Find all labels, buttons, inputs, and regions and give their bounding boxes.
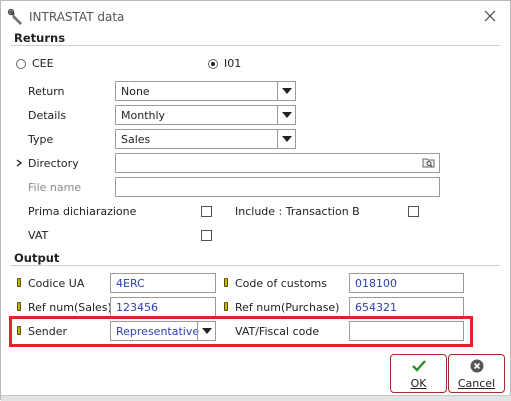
close-icon[interactable] <box>482 8 498 24</box>
vat-fiscal-code-input[interactable] <box>349 321 464 341</box>
cancel-button[interactable]: Cancel <box>448 354 505 393</box>
radio-i01[interactable] <box>208 59 218 69</box>
type-select-value: Sales <box>121 133 151 146</box>
ref-num-sales-label: Ref num(Sales) <box>28 301 112 314</box>
cancel-circle-icon <box>470 359 484 373</box>
wrench-icon <box>7 8 22 25</box>
radio-cee-label: CEE <box>32 57 54 70</box>
vat-label: VAT <box>28 229 49 242</box>
code-of-customs-value: 018100 <box>355 277 397 290</box>
code-of-customs-label: Code of customs <box>235 277 327 290</box>
required-marker-icon <box>17 278 21 287</box>
prima-dichiarazione-checkbox[interactable] <box>201 206 212 217</box>
required-marker-icon <box>224 278 228 287</box>
sender-label: Sender <box>28 325 67 338</box>
radio-cee[interactable] <box>16 59 26 69</box>
checkmark-icon <box>412 360 426 372</box>
type-select[interactable]: Sales <box>115 129 296 149</box>
include-transaction-b-label: Include : Transaction B <box>235 205 360 218</box>
chevron-right-icon <box>16 159 22 167</box>
type-label: Type <box>28 133 54 146</box>
ok-button[interactable]: OK <box>390 354 447 393</box>
ref-num-sales-value: 123456 <box>116 301 158 314</box>
required-marker-icon <box>17 302 21 311</box>
sender-select[interactable]: Representative <box>110 321 216 341</box>
required-marker-icon <box>17 326 21 335</box>
directory-label: Directory <box>28 157 79 170</box>
code-of-customs-input[interactable]: 018100 <box>349 273 464 293</box>
filename-label: File name <box>28 181 82 194</box>
codice-ua-label: Codice UA <box>28 277 85 290</box>
return-label: Return <box>28 85 65 98</box>
output-divider <box>11 265 500 266</box>
details-label: Details <box>28 109 67 122</box>
folder-search-icon[interactable] <box>422 157 436 169</box>
directory-input[interactable] <box>115 153 440 173</box>
ref-num-purchase-value: 654321 <box>355 301 397 314</box>
chevron-down-icon[interactable] <box>197 322 215 340</box>
codice-ua-input[interactable]: 4ERC <box>110 273 216 293</box>
ok-button-label: OK <box>410 377 427 390</box>
intrastat-dialog: INTRASTAT data Returns CEE I01 Return No… <box>0 0 511 401</box>
details-select-value: Monthly <box>121 109 166 122</box>
title-bar: INTRASTAT data <box>1 1 510 31</box>
include-transaction-b-checkbox[interactable] <box>408 206 419 217</box>
chevron-down-icon[interactable] <box>277 82 295 100</box>
chevron-down-icon[interactable] <box>277 106 295 124</box>
required-marker-icon <box>224 302 228 311</box>
output-section-title: Output <box>14 251 60 265</box>
chevron-down-icon[interactable] <box>277 130 295 148</box>
vat-checkbox[interactable] <box>201 230 212 241</box>
ref-num-purchase-label: Ref num(Purchase) <box>235 301 340 314</box>
details-select[interactable]: Monthly <box>115 105 296 125</box>
return-select[interactable]: None <box>115 81 296 101</box>
ref-num-sales-input[interactable]: 123456 <box>110 297 216 317</box>
returns-divider <box>11 45 500 46</box>
ref-num-purchase-input[interactable]: 654321 <box>349 297 464 317</box>
filename-input[interactable] <box>115 177 440 197</box>
cancel-button-label: Cancel <box>457 377 496 390</box>
window-title: INTRASTAT data <box>29 10 125 24</box>
radio-i01-label: I01 <box>224 57 242 70</box>
vat-fiscal-code-label: VAT/Fiscal code <box>235 325 320 338</box>
return-select-value: None <box>121 85 150 98</box>
sender-select-value: Representative <box>116 325 200 338</box>
codice-ua-value: 4ERC <box>116 277 145 290</box>
prima-dichiarazione-label: Prima dichiarazione <box>28 205 137 218</box>
returns-section-title: Returns <box>14 31 66 45</box>
bottom-border <box>1 395 511 401</box>
